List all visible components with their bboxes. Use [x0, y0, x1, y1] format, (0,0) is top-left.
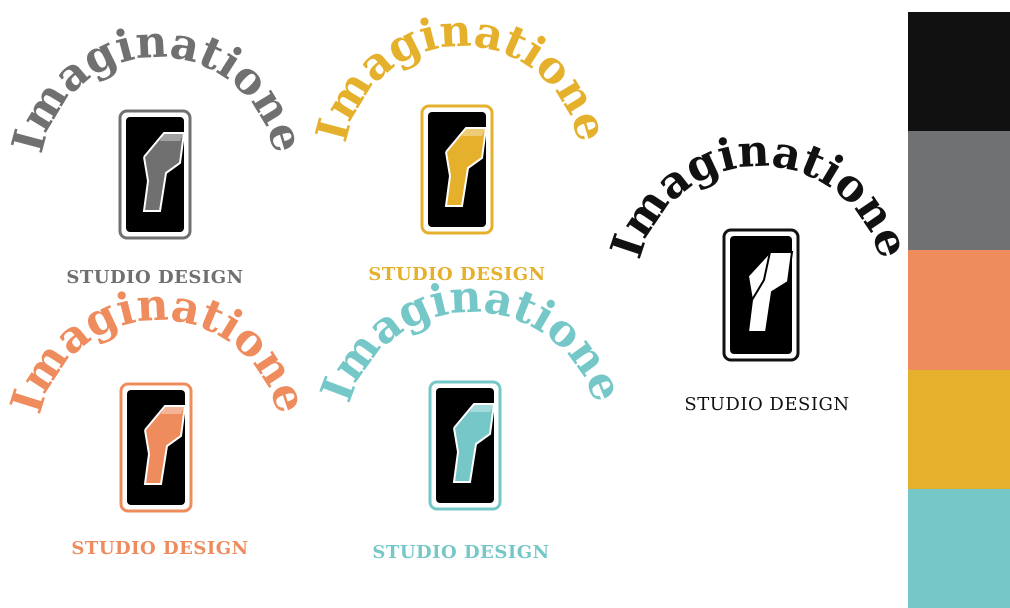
logo-black: Imaginatione STUDIO DESIGN [601, 125, 919, 420]
tagline: STUDIO DESIGN [372, 542, 550, 563]
logo-yellow-art: Imaginatione [307, 5, 617, 235]
logo-black-art: Imaginatione [601, 125, 919, 362]
logo-orange-art: Imaginatione [1, 279, 317, 513]
light-switch-icon [428, 380, 502, 511]
logo-orange: Imaginatione STUDIO DESIGN [1, 279, 317, 570]
color-palette [908, 12, 1010, 608]
swatch-yellow [908, 369, 1010, 489]
logo-grey: Imaginatione STUDIO DESIGN [3, 15, 314, 295]
swatch-orange [908, 250, 1010, 370]
light-switch-icon [420, 104, 494, 235]
swatch-teal [908, 488, 1010, 608]
logo-teal-art: Imaginatione [311, 271, 633, 511]
logo-grey-art: Imaginatione [3, 16, 313, 240]
light-switch-icon [118, 109, 192, 240]
light-switch-icon [119, 382, 193, 513]
swatch-black [908, 12, 1010, 132]
logo-yellow: Imaginatione STUDIO DESIGN [307, 5, 618, 292]
logo-teal: Imaginatione STUDIO DESIGN [311, 271, 633, 568]
tagline: STUDIO DESIGN [684, 394, 850, 415]
tagline: STUDIO DESIGN [71, 538, 249, 559]
light-switch-icon [722, 228, 800, 362]
swatch-grey [908, 131, 1010, 251]
